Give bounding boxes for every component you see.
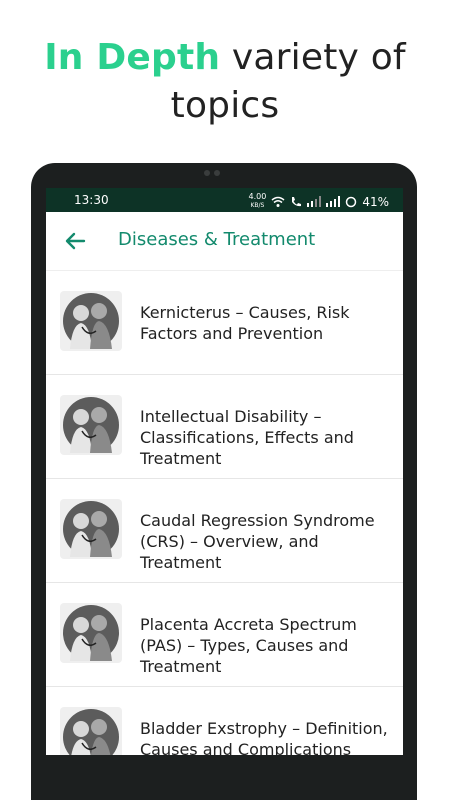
battery-percent: 41% (362, 194, 389, 209)
status-icons: 4.00 KB/S 41% (249, 193, 389, 210)
topic-title: Intellectual Disability – Classification… (140, 407, 354, 468)
doctor-patient-thumbnail (60, 707, 122, 755)
battery-icon (346, 196, 357, 207)
network-speed: 4.00 KB/S (248, 192, 267, 210)
topic-title: Placenta Accreta Spectrum (PAS) – Types,… (140, 615, 357, 676)
headline-line2: topics (170, 85, 280, 126)
list-item[interactable]: Kernicterus – Causes, Risk Factors and P… (46, 271, 403, 375)
back-arrow-icon[interactable] (62, 228, 88, 254)
app-screen: Diseases & Treatment Kernicterus – Cause… (46, 212, 403, 755)
wifi-icon (271, 196, 285, 207)
doctor-patient-thumbnail (60, 499, 122, 559)
call-icon (292, 196, 302, 206)
doctor-patient-thumbnail (60, 603, 122, 663)
topic-title: Bladder Exstrophy – Definition, Causes a… (140, 719, 388, 755)
status-bar: 13:30 4.00 KB/S 41% (46, 188, 403, 212)
list-item[interactable]: Intellectual Disability – Classification… (46, 375, 403, 479)
camera-dot (214, 170, 220, 176)
topic-list: Kernicterus – Causes, Risk Factors and P… (46, 271, 403, 755)
topic-title: Caudal Regression Syndrome (CRS) – Overv… (140, 511, 375, 572)
doctor-patient-thumbnail (60, 291, 122, 351)
page-title: Diseases & Treatment (118, 229, 316, 250)
list-item[interactable]: Bladder Exstrophy – Definition, Causes a… (46, 687, 403, 755)
promo-headline: In Depth variety of topics (0, 34, 450, 130)
app-bar: Diseases & Treatment (46, 212, 403, 271)
headline-accent: In Depth (44, 37, 221, 78)
headline-rest: variety of (220, 37, 406, 78)
signal-icon (326, 196, 341, 207)
list-item[interactable]: Caudal Regression Syndrome (CRS) – Overv… (46, 479, 403, 583)
status-time: 13:30 (74, 193, 109, 207)
camera-dot (204, 170, 210, 176)
signal-icon (307, 196, 322, 207)
topic-title: Kernicterus – Causes, Risk Factors and P… (140, 303, 350, 343)
doctor-patient-thumbnail (60, 395, 122, 455)
list-item[interactable]: Placenta Accreta Spectrum (PAS) – Types,… (46, 583, 403, 687)
